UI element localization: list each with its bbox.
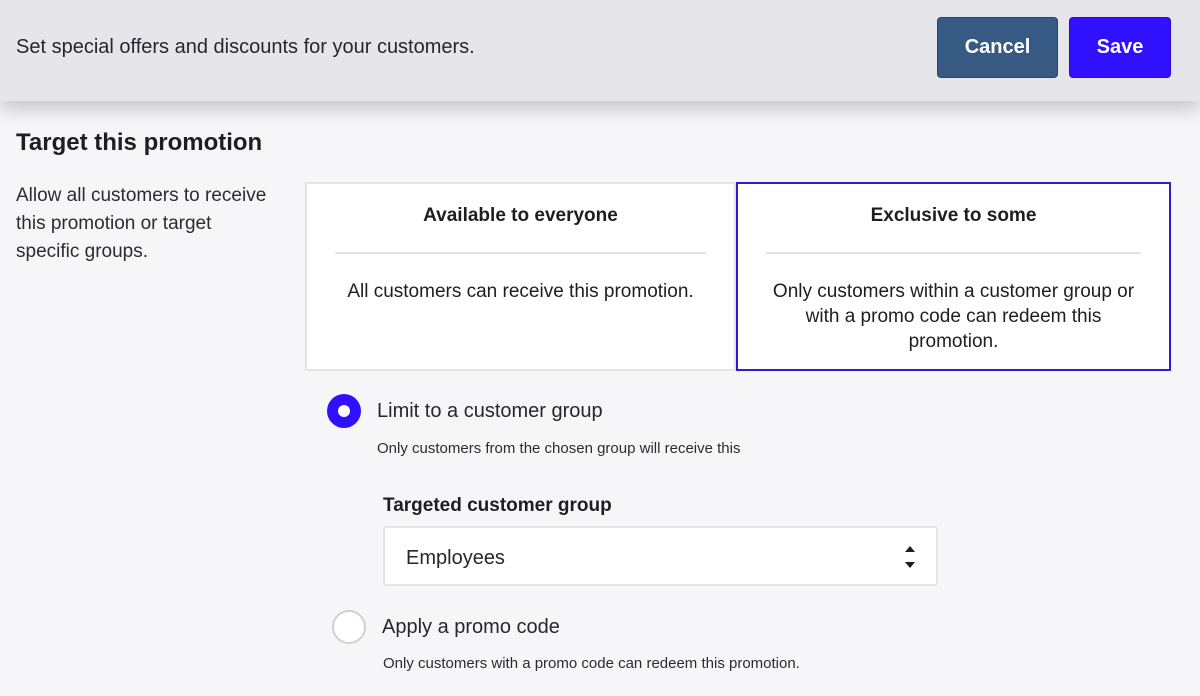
sort-arrows-icon <box>905 546 915 568</box>
radio-unchecked-icon[interactable] <box>332 610 366 644</box>
select-value: Employees <box>406 547 505 569</box>
header-description: Set special offers and discounts for you… <box>16 36 475 58</box>
save-button[interactable]: Save <box>1069 17 1171 78</box>
promo-code-help: Only customers with a promo code can red… <box>383 655 800 672</box>
radio-label: Limit to a customer group <box>377 399 603 422</box>
option-divider <box>766 252 1141 254</box>
option-description: All customers can receive this promotion… <box>347 281 694 302</box>
page-header: Set special offers and discounts for you… <box>0 0 1200 101</box>
radio-limit-to-customer-group[interactable]: Limit to a customer group <box>327 394 603 428</box>
audience-options: Available to everyone All customers can … <box>305 182 1171 371</box>
option-divider <box>335 252 706 254</box>
option-title: Exclusive to some <box>870 205 1037 226</box>
radio-checked-icon[interactable] <box>327 394 361 428</box>
cancel-button[interactable]: Cancel <box>937 17 1058 78</box>
customer-group-help: Only customers from the chosen group wil… <box>377 440 741 457</box>
radio-label: Apply a promo code <box>382 615 560 638</box>
option-available-to-everyone[interactable]: Available to everyone All customers can … <box>305 182 736 371</box>
option-description: Only customers within a customer group o… <box>772 281 1135 352</box>
customer-group-select[interactable]: Employees <box>383 526 938 586</box>
section-title: Target this promotion <box>16 129 263 156</box>
section-help-text: Allow all customers to receive this prom… <box>16 185 267 262</box>
option-title: Available to everyone <box>423 205 618 226</box>
radio-apply-promo-code[interactable]: Apply a promo code <box>332 610 560 644</box>
targeted-customer-group-label: Targeted customer group <box>383 495 612 516</box>
option-exclusive-to-some[interactable]: Exclusive to some Only customers within … <box>736 182 1171 371</box>
